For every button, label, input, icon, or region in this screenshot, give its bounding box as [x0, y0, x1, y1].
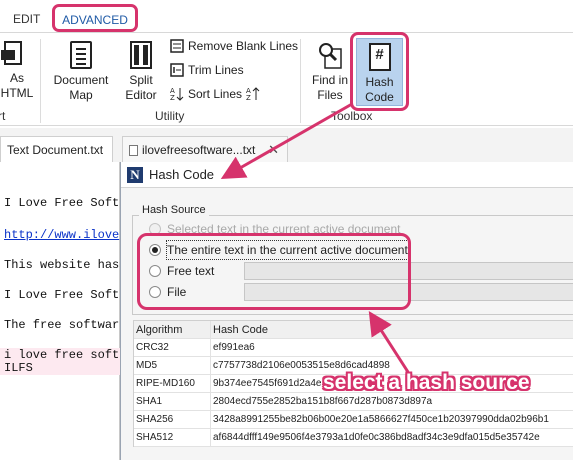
hash-cell: af6844dfff149e9506f4e3793a1d0fe0c386bd8a…: [210, 429, 573, 447]
find-in-files-icon: [317, 41, 343, 69]
document-icon: [129, 145, 138, 157]
editor-line-link[interactable]: http://www.ilove: [4, 228, 119, 242]
document-tab-label: Text Document.txt: [7, 143, 104, 157]
sort-za-icon: AZ: [246, 87, 260, 102]
editor-line: I Love Free Soft: [4, 196, 120, 210]
svg-text:Z: Z: [170, 94, 175, 101]
document-tab[interactable]: ilovefreesoftware...txt ✕: [122, 136, 288, 162]
remove-blank-lines-button[interactable]: Remove Blank Lines: [170, 36, 298, 56]
remove-blank-lines-label: Remove Blank Lines: [188, 39, 299, 53]
split-editor-label-line1: Split: [129, 73, 153, 87]
editor-line: This website has: [4, 258, 120, 272]
split-editor-button[interactable]: Split Editor: [118, 41, 164, 103]
sort-lines-button[interactable]: AZ Sort Lines: [170, 84, 242, 104]
save-as-html-label-line1: As: [9, 71, 24, 85]
hash-source-label: Hash Source: [139, 204, 209, 216]
save-as-html-button[interactable]: As HTML: [0, 41, 34, 101]
editor-line: I Love Free Soft: [4, 288, 120, 302]
find-in-files-button[interactable]: Find in Files: [306, 41, 354, 103]
trim-lines-icon: [170, 63, 184, 77]
document-tab-bar: Text Document.txt ilovefreesoftware...tx…: [0, 128, 573, 162]
close-icon[interactable]: ✕: [268, 137, 279, 163]
hash-source-highlight: [137, 233, 411, 310]
table-row[interactable]: SHA256 3428a8991255be82b06b00e20e1a58666…: [134, 411, 573, 429]
tab-advanced[interactable]: ADVANCED: [52, 4, 138, 32]
document-map-icon: [70, 41, 92, 69]
sort-lines-label: Sort Lines: [188, 87, 243, 101]
algorithm-cell: RIPE-MD160: [136, 378, 195, 389]
trim-lines-button[interactable]: Trim Lines: [170, 60, 244, 80]
document-map-label-line1: Document: [53, 73, 109, 87]
table-row[interactable]: SHA1 2804ecd755e2852ba151b8f667d287b0873…: [134, 393, 573, 411]
algorithm-cell: SHA1: [136, 396, 163, 407]
tab-edit[interactable]: EDIT: [13, 8, 40, 30]
sort-az-icon: AZ: [170, 87, 184, 102]
sort-lines-descending-button[interactable]: AZ: [246, 84, 264, 104]
hash-cell: 2804ecd755e2852ba151b8f667d287b0873d897a: [210, 393, 573, 411]
ribbon: As HTML rt Document Map Split Editor Rem…: [0, 32, 573, 126]
table-row[interactable]: SHA512 af6844dfff149e9506f4e3793a1d0fe0c…: [134, 429, 573, 447]
document-tab-label: ilovefreesoftware...txt: [142, 143, 256, 157]
document-map-button[interactable]: Document Map: [48, 41, 114, 103]
algorithm-cell: MD5: [136, 360, 158, 371]
trim-lines-label: Trim Lines: [188, 63, 244, 77]
find-in-files-label-line2: Files: [317, 88, 343, 102]
editor-line: i love free soft: [0, 348, 120, 362]
svg-text:Z: Z: [246, 94, 251, 101]
ribbon-separator: [40, 39, 41, 123]
group-label-export: rt: [0, 109, 6, 123]
hash-cell: ef991ea6: [210, 339, 573, 357]
app-logo-icon: N: [127, 167, 143, 183]
table-row[interactable]: CRC32 ef991ea6: [134, 339, 573, 357]
algorithm-cell: CRC32: [136, 342, 169, 353]
split-editor-label-line2: Editor: [125, 88, 157, 102]
remove-blank-lines-icon: [170, 39, 184, 53]
hash-cell: 3428a8991255be82b06b00e20e1a5866627f450c…: [210, 411, 573, 429]
split-editor-icon: [130, 41, 152, 69]
annotation-label: select a hash source: [323, 371, 530, 394]
column-header-algorithm: Algorithm: [136, 324, 183, 336]
ribbon-tab-bar: EDIT ADVANCED: [0, 0, 573, 34]
table-header-row: Algorithm Hash Code: [134, 321, 573, 339]
html-file-icon: [1, 41, 23, 67]
hash-code-highlight: [350, 32, 409, 111]
group-label-toolbox: Toolbox: [331, 109, 373, 123]
ribbon-separator: [300, 39, 301, 123]
hash-code-dialog: N Hash Code Hash Source Selected text in…: [120, 162, 573, 460]
column-header-hash-code: Hash Code: [210, 321, 573, 339]
algorithm-cell: SHA512: [136, 432, 174, 443]
editor-line: The free softwar: [4, 318, 120, 332]
save-as-html-label-line2: HTML: [0, 86, 34, 100]
dialog-title-bar: N Hash Code: [121, 162, 573, 188]
dialog-title: Hash Code: [149, 167, 215, 182]
group-label-utility: Utility: [155, 109, 185, 123]
text-editor[interactable]: I Love Free Soft http://www.ilove This w…: [0, 162, 120, 460]
algorithm-cell: SHA256: [136, 414, 174, 425]
document-map-label-line2: Map: [69, 88, 93, 102]
editor-line: ILFS: [0, 361, 120, 375]
document-tab-active[interactable]: Text Document.txt: [0, 136, 113, 162]
find-in-files-label-line1: Find in: [311, 73, 349, 87]
